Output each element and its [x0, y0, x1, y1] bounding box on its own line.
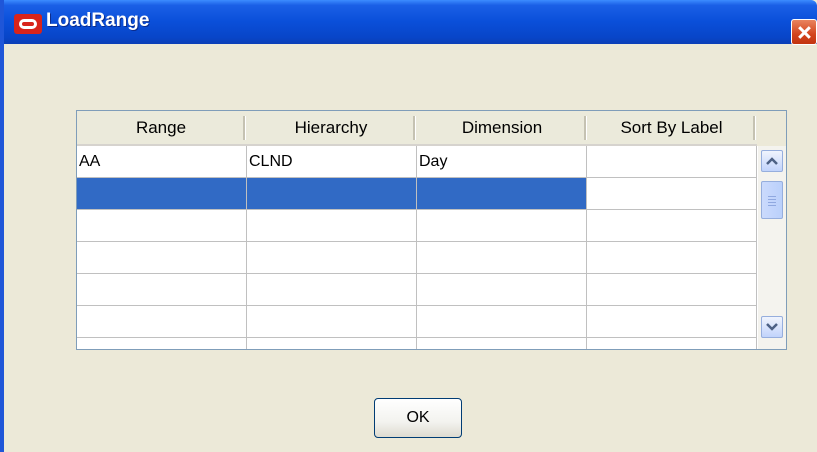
table-cell: [77, 338, 247, 349]
table-row-partial: [77, 338, 757, 349]
dimension-cell[interactable]: Day: [417, 146, 587, 177]
column-divider[interactable]: [413, 116, 416, 140]
sort-by-label-cell[interactable]: [587, 210, 757, 241]
hierarchy-cell[interactable]: CLND: [247, 146, 417, 177]
range-cell[interactable]: [77, 178, 247, 209]
thumb-grip: [768, 199, 776, 200]
chevron-down-icon[interactable]: [761, 316, 783, 338]
range-cell[interactable]: [77, 274, 247, 305]
table-cell: [587, 338, 757, 349]
table-row[interactable]: AA CLND Day: [77, 146, 757, 178]
sort-by-label-cell[interactable]: [587, 178, 757, 209]
oracle-logo-icon: [14, 14, 42, 34]
table-row[interactable]: [77, 178, 757, 210]
loadrange-dialog: LoadRange Range Hierarchy Dimension Sort…: [0, 0, 817, 452]
sort-by-label-cell[interactable]: [587, 242, 757, 273]
hierarchy-cell[interactable]: [247, 210, 417, 241]
hierarchy-cell[interactable]: [247, 274, 417, 305]
thumb-grip: [768, 196, 776, 197]
table-row[interactable]: [77, 242, 757, 274]
scroll-thumb[interactable]: [761, 181, 783, 219]
table-header: Range Hierarchy Dimension Sort By Label: [77, 111, 757, 146]
range-cell[interactable]: AA: [77, 146, 247, 177]
dimension-cell[interactable]: [417, 274, 587, 305]
column-divider[interactable]: [243, 116, 246, 140]
dimension-cell[interactable]: [417, 306, 587, 337]
sort-by-label-cell[interactable]: [587, 306, 757, 337]
window-title: LoadRange: [46, 10, 150, 31]
table-row[interactable]: [77, 274, 757, 306]
thumb-grip: [768, 202, 776, 203]
hierarchy-cell[interactable]: [247, 242, 417, 273]
range-cell[interactable]: [77, 242, 247, 273]
column-divider[interactable]: [584, 116, 587, 140]
column-divider[interactable]: [753, 116, 756, 140]
sort-by-label-cell[interactable]: [587, 274, 757, 305]
ok-button[interactable]: OK: [374, 398, 462, 438]
dimension-cell[interactable]: [417, 210, 587, 241]
table-cell: [417, 338, 587, 349]
table-row[interactable]: [77, 306, 757, 338]
column-header-sort-by-label[interactable]: Sort By Label: [588, 111, 755, 144]
hierarchy-cell[interactable]: [247, 178, 417, 209]
range-cell[interactable]: [77, 210, 247, 241]
thumb-grip: [768, 205, 776, 206]
title-bar[interactable]: LoadRange: [4, 0, 817, 45]
dimension-cell[interactable]: [417, 242, 587, 273]
sort-by-label-cell[interactable]: [587, 146, 757, 177]
close-icon[interactable]: [791, 19, 817, 45]
table-row[interactable]: [77, 210, 757, 242]
table-cell: [247, 338, 417, 349]
chevron-up-icon[interactable]: [761, 150, 783, 172]
vertical-scrollbar[interactable]: [757, 146, 786, 349]
range-cell[interactable]: [77, 306, 247, 337]
column-header-dimension[interactable]: Dimension: [417, 111, 587, 144]
hierarchy-cell[interactable]: [247, 306, 417, 337]
range-table: Range Hierarchy Dimension Sort By Label …: [76, 110, 787, 350]
column-header-hierarchy[interactable]: Hierarchy: [247, 111, 415, 144]
table-body: AA CLND Day: [77, 146, 757, 349]
dimension-cell[interactable]: [417, 178, 587, 209]
column-header-range[interactable]: Range: [77, 111, 245, 144]
